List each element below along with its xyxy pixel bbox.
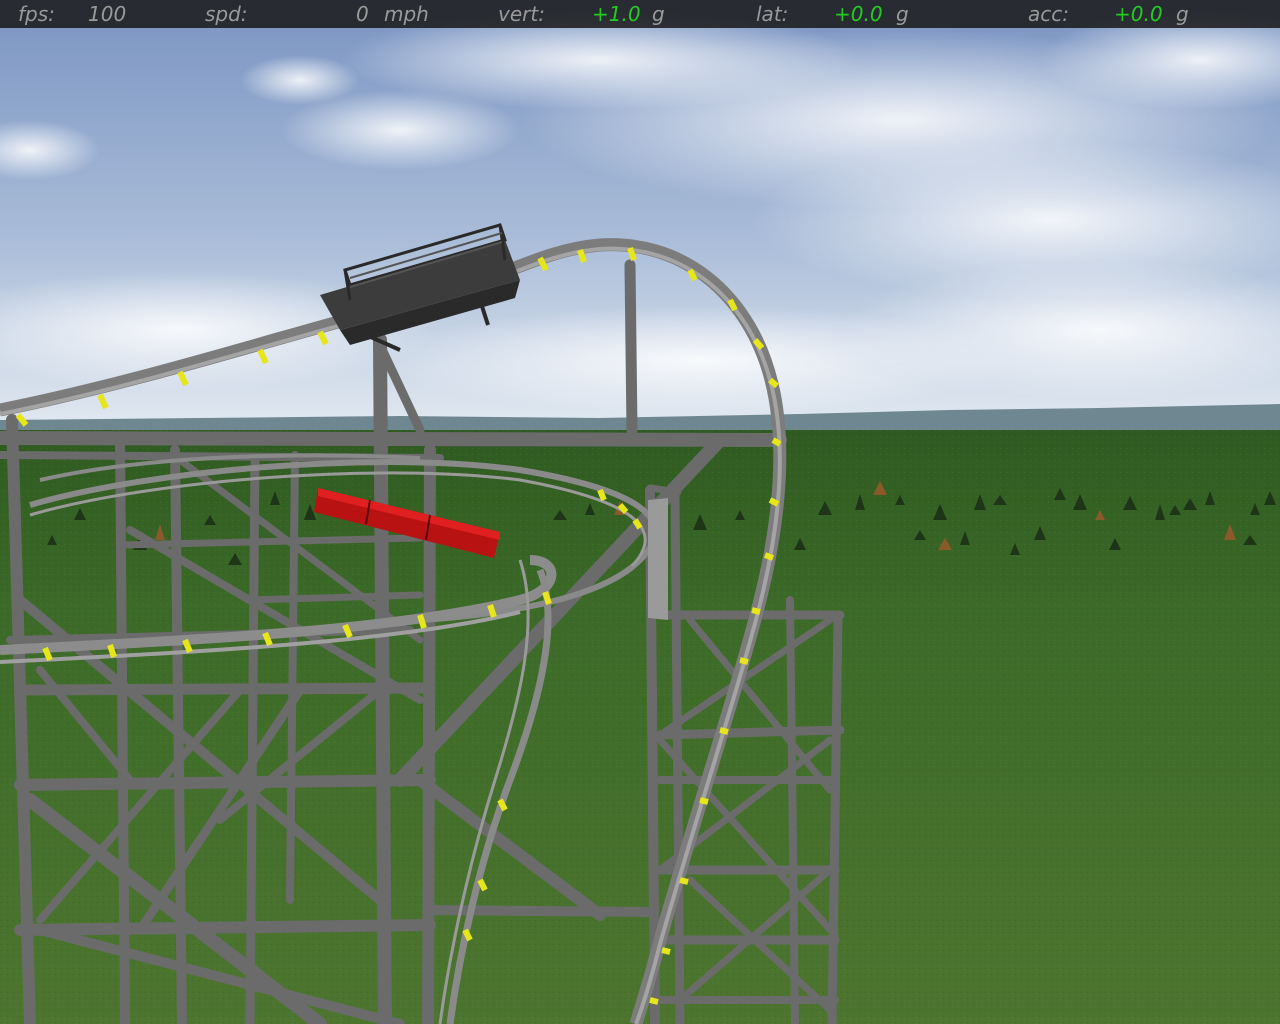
track-tie	[771, 437, 782, 447]
tower-sign-panel	[648, 498, 668, 620]
track-tie	[107, 644, 117, 658]
track-tie	[632, 518, 643, 530]
track-tie	[768, 497, 780, 507]
track-tie	[627, 247, 637, 261]
vertical-g-unit: g	[652, 2, 665, 26]
track-tie	[542, 591, 552, 605]
lateral-g-label: lat:	[756, 2, 789, 26]
speed-label: spd:	[205, 2, 248, 26]
track-tie	[649, 997, 659, 1005]
acceleration-value: +0.0	[1114, 2, 1163, 26]
track-tie	[719, 727, 729, 735]
lateral-g-value: +0.0	[834, 2, 883, 26]
track-tie	[577, 249, 587, 263]
track-tie	[661, 947, 671, 955]
track-tie	[763, 552, 775, 561]
telemetry-hud: fps: 100 spd: 0 mph vert: +1.0 g lat: +0…	[0, 0, 1280, 28]
speed-unit: mph	[384, 2, 429, 26]
track-tie	[739, 657, 749, 665]
fps-label: fps:	[18, 2, 55, 26]
vertical-g-label: vert:	[498, 2, 545, 26]
speed-value: 0	[356, 2, 369, 26]
acceleration-label: acc:	[1028, 2, 1069, 26]
track-tie	[699, 797, 709, 805]
acceleration-unit: g	[1176, 2, 1189, 26]
lateral-g-unit: g	[896, 2, 909, 26]
coaster-3d-scene[interactable]	[0, 0, 1280, 1024]
track-tie	[679, 877, 689, 885]
vertical-g-value: +1.0	[592, 2, 641, 26]
game-viewport[interactable]: fps: 100 spd: 0 mph vert: +1.0 g lat: +0…	[0, 0, 1280, 1024]
track-tie	[751, 607, 761, 615]
fps-value: 100	[88, 2, 127, 26]
track-tie	[597, 488, 607, 502]
track-tie	[487, 604, 497, 618]
track-tie	[417, 614, 427, 629]
